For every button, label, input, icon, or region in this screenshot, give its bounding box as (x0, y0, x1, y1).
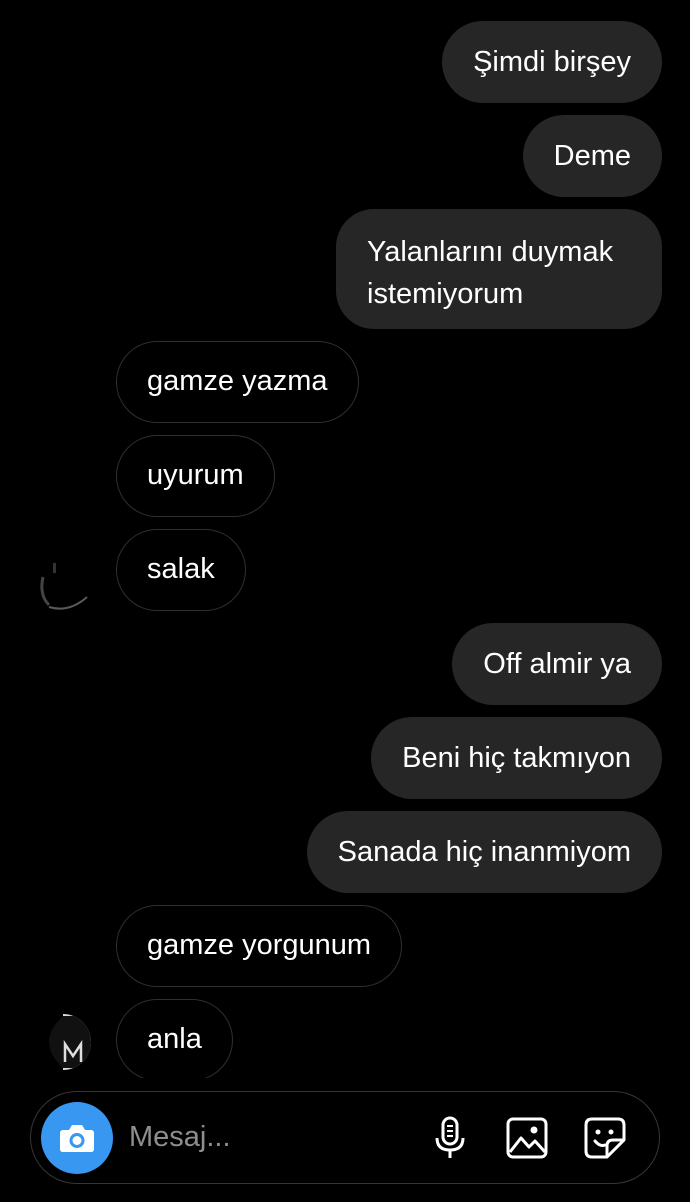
message-input[interactable] (129, 1114, 409, 1160)
avatar-image (49, 1014, 91, 1070)
camera-icon (60, 1125, 94, 1152)
sticker-button[interactable] (581, 1114, 629, 1162)
message-text: Off almir ya (483, 648, 631, 680)
message-bubble-sent[interactable]: Sanada hiç inanmiyom (306, 811, 662, 893)
message-text: anla (147, 1023, 202, 1055)
message-text: gamze yorgunum (147, 929, 372, 961)
message-bubble-sent[interactable]: Beni hiç takmıyon (371, 717, 662, 799)
message-text: uyurum (147, 459, 244, 491)
message-composer (30, 1091, 660, 1184)
microphone-icon (435, 1116, 465, 1158)
message-text: salak (147, 553, 215, 585)
message-bubble-sent[interactable]: Şimdi birşey (442, 21, 662, 103)
message-text: Sanada hiç inanmiyom (337, 836, 631, 868)
message-bubble-received[interactable]: salak (116, 529, 246, 611)
message-bubble-received[interactable]: anla (116, 999, 233, 1078)
message-bubble-sent[interactable]: Yalanlarını duymak istemiyorum (336, 209, 662, 329)
camera-button[interactable] (41, 1102, 113, 1174)
message-bubble-sent[interactable]: Off almir ya (452, 623, 662, 705)
contact-avatar[interactable] (35, 1014, 91, 1070)
message-bubble-sent[interactable]: Deme (522, 115, 662, 197)
avatar-image (40, 563, 88, 610)
message-text: Yalanlarını duymak istemiyorum (367, 236, 614, 310)
message-text: Beni hiç takmıyon (402, 742, 631, 774)
message-bubble-received[interactable]: gamze yazma (116, 341, 359, 423)
sticker-icon (584, 1117, 626, 1159)
message-text: Şimdi birşey (473, 46, 631, 78)
message-bubble-received[interactable]: gamze yorgunum (116, 905, 403, 987)
message-thread[interactable]: Şimdi birşey Deme Yalanlarını duymak ist… (0, 0, 690, 1078)
microphone-button[interactable] (426, 1114, 474, 1162)
message-bubble-received[interactable]: uyurum (116, 435, 275, 517)
gallery-icon (506, 1117, 548, 1159)
message-text: Deme (553, 140, 631, 172)
message-text: gamze yazma (147, 365, 328, 397)
contact-avatar[interactable] (35, 557, 91, 613)
gallery-button[interactable] (503, 1114, 551, 1162)
